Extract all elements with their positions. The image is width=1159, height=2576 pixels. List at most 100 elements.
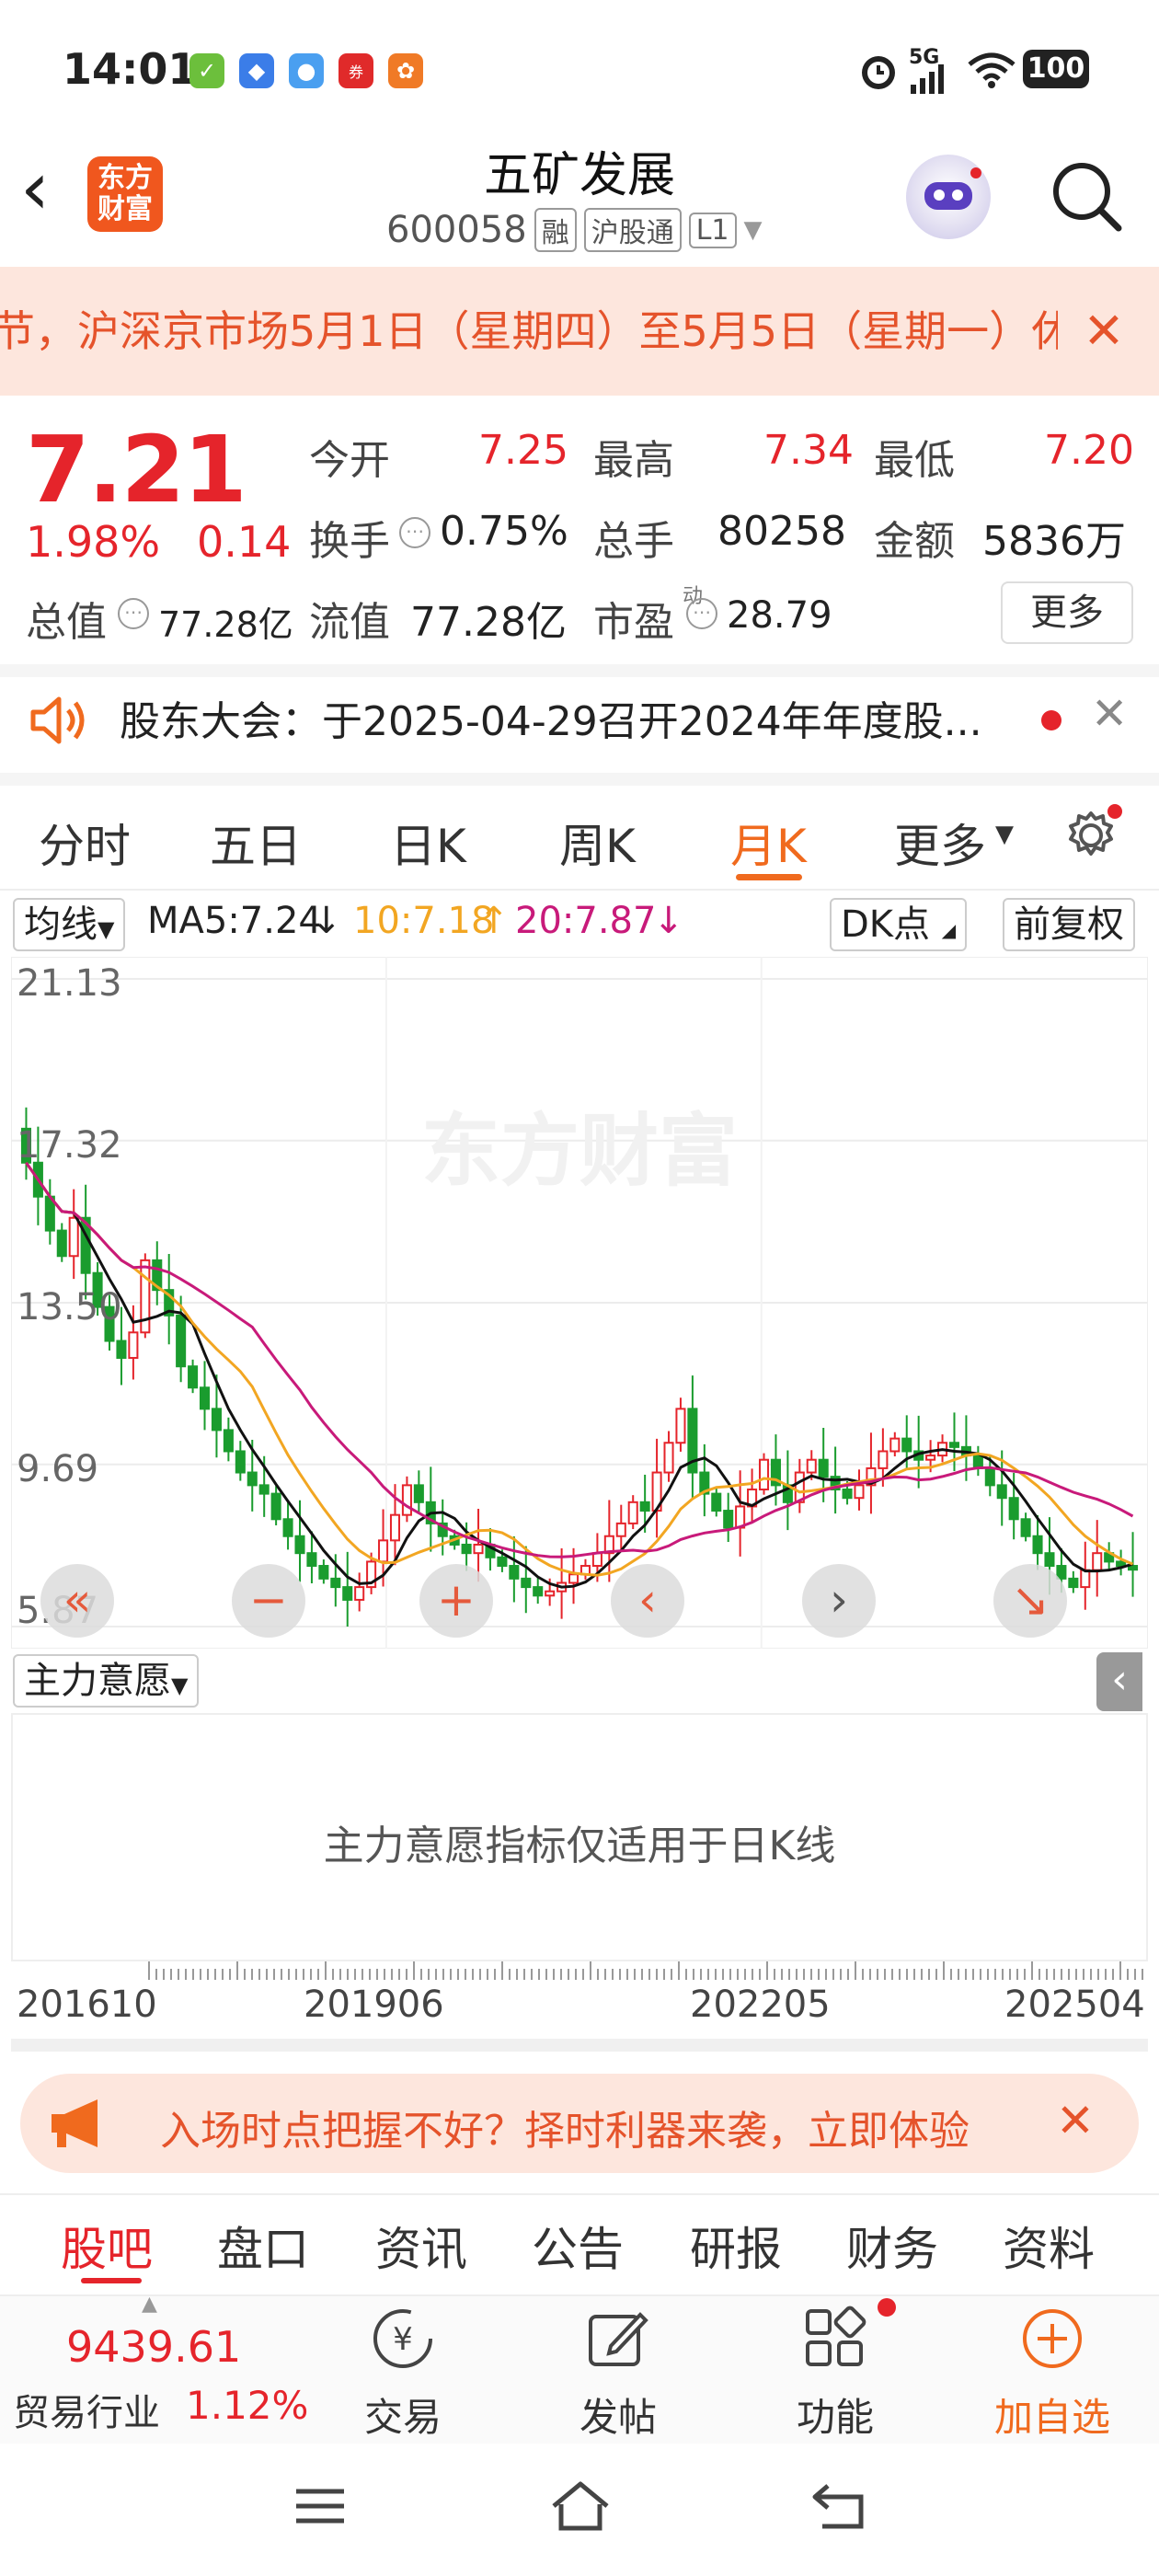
tab-forum[interactable]: 股吧 bbox=[61, 2213, 153, 2279]
search-icon[interactable] bbox=[1049, 158, 1124, 234]
tab-orderbook[interactable]: 盘口 bbox=[217, 2213, 309, 2279]
tab-profile[interactable]: 资料 bbox=[1003, 2213, 1095, 2279]
tab-more[interactable]: 更多 bbox=[894, 810, 986, 876]
candle-body bbox=[509, 1565, 520, 1580]
dropdown-icon[interactable]: ▼ bbox=[744, 216, 763, 244]
megaphone-icon bbox=[52, 2099, 98, 2147]
dropdown-icon: ▼ bbox=[171, 1673, 189, 1698]
trade-label[interactable]: 交易 bbox=[329, 2386, 476, 2443]
holiday-notice: 劳动节，沪深京市场5月1日（星期四）至5月5日（星期一）休市 bbox=[0, 267, 1159, 396]
collapse-panel-icon[interactable]: ‹ bbox=[1096, 1652, 1142, 1711]
candle-body bbox=[901, 1437, 912, 1453]
post-label[interactable]: 发帖 bbox=[545, 2386, 692, 2443]
candle-body bbox=[497, 1556, 508, 1568]
home-icon[interactable] bbox=[548, 2478, 613, 2534]
promo-text[interactable]: 入场时点把握不好？择时利器来袭，立即体验 bbox=[160, 2098, 1025, 2156]
function-label[interactable]: 功能 bbox=[762, 2386, 909, 2443]
status-time: 14:01 bbox=[63, 44, 198, 94]
post-icon[interactable] bbox=[583, 2304, 653, 2374]
function-icon[interactable] bbox=[800, 2304, 870, 2374]
battery-level: 100 bbox=[1027, 52, 1085, 85]
dk-point-button[interactable]: DK点 ◢ bbox=[830, 898, 968, 951]
scroll-left-icon[interactable]: ‹ bbox=[611, 1564, 684, 1638]
settings-icon[interactable] bbox=[1060, 802, 1124, 867]
assistant-robot-icon[interactable] bbox=[906, 155, 991, 239]
tab-weekly-k[interactable]: 周K bbox=[559, 810, 636, 876]
add-icon[interactable] bbox=[1017, 2304, 1087, 2374]
candle-body bbox=[1068, 1577, 1079, 1589]
candle-body bbox=[258, 1484, 270, 1495]
volume-label: 总手 bbox=[593, 518, 674, 565]
candle-body bbox=[996, 1484, 1007, 1500]
tag-connect: 沪股通 bbox=[583, 208, 682, 252]
up-arrow-icon: ▲ bbox=[142, 2293, 157, 2316]
close-icon[interactable]: ✕ bbox=[1091, 688, 1128, 740]
candle-body bbox=[842, 1488, 853, 1500]
badge-dot bbox=[878, 2298, 896, 2317]
menu-icon[interactable] bbox=[293, 2484, 348, 2530]
scroll-start-icon[interactable]: « bbox=[40, 1564, 114, 1638]
close-icon[interactable]: ✕ bbox=[1056, 2094, 1095, 2147]
info-icon[interactable]: ⋯ bbox=[399, 517, 430, 548]
industry-name[interactable]: 贸易行业 bbox=[13, 2383, 160, 2436]
tab-five-day[interactable]: 五日 bbox=[210, 810, 302, 876]
back-nav-icon[interactable] bbox=[809, 2480, 866, 2532]
candle-body bbox=[818, 1458, 829, 1478]
ma10-arrow: ↑ bbox=[478, 900, 510, 942]
candle-body bbox=[889, 1437, 901, 1453]
info-icon[interactable]: ⋯ bbox=[686, 598, 717, 629]
industry-index-value[interactable]: 9439.61 bbox=[66, 2322, 241, 2372]
ma-selector-label: 均线 bbox=[24, 903, 98, 946]
total-value-label: 总值 bbox=[26, 599, 107, 646]
divider bbox=[0, 773, 1159, 786]
candle-body bbox=[188, 1365, 199, 1389]
tab-financials[interactable]: 财务 bbox=[846, 2213, 938, 2279]
pe-value: 28.79 bbox=[727, 594, 832, 637]
sub-indicator-selector[interactable]: 主力意愿▼ bbox=[13, 1654, 200, 1708]
speaker-icon bbox=[30, 696, 85, 744]
candle-body bbox=[663, 1442, 674, 1474]
candle-body bbox=[1020, 1518, 1031, 1537]
svg-text:¥: ¥ bbox=[393, 2321, 413, 2358]
candle-body bbox=[1128, 1565, 1139, 1571]
announcement-text[interactable]: 股东大会：于2025-04-29召开2024年年度股... bbox=[120, 688, 982, 747]
scroll-right-icon[interactable]: › bbox=[802, 1564, 876, 1638]
tab-monthly-k[interactable]: 月K bbox=[730, 810, 807, 876]
tab-news[interactable]: 资讯 bbox=[375, 2213, 467, 2279]
candle-body bbox=[1044, 1552, 1055, 1568]
add-watchlist-label[interactable]: 加自选 bbox=[979, 2386, 1126, 2443]
reset-icon[interactable]: ↘ bbox=[993, 1564, 1067, 1638]
ma20-arrow: ↓ bbox=[653, 900, 684, 942]
app-notification-icon: ◆ bbox=[239, 53, 274, 88]
app-notification-icon: 券 bbox=[339, 53, 373, 88]
adjust-button[interactable]: 前复权 bbox=[1003, 898, 1135, 951]
candle-body bbox=[176, 1314, 187, 1368]
candle-body bbox=[627, 1501, 638, 1524]
app-notification-icon: ✿ bbox=[388, 53, 423, 88]
trade-icon[interactable]: ¥ bbox=[368, 2304, 438, 2374]
candle-body bbox=[1032, 1535, 1043, 1555]
info-icon[interactable]: ⋯ bbox=[118, 598, 149, 629]
zoom-out-icon[interactable]: − bbox=[232, 1564, 305, 1638]
watermark: 东方财富 bbox=[421, 1106, 738, 1198]
zoom-in-icon[interactable]: + bbox=[419, 1564, 493, 1638]
ma-selector[interactable]: 均线▼ bbox=[13, 898, 126, 951]
change-amount: 0.14 bbox=[197, 517, 292, 567]
low-label: 最低 bbox=[874, 437, 955, 484]
candle-body bbox=[878, 1450, 889, 1469]
battery-icon: 100 bbox=[1023, 50, 1089, 88]
candle-body bbox=[68, 1216, 79, 1258]
x-tick-label: 202504 bbox=[1004, 1984, 1145, 2026]
float-value-label: 流值 bbox=[309, 599, 390, 646]
dropdown-icon: ▼ bbox=[995, 821, 1014, 848]
app-notification-icon: ● bbox=[289, 53, 324, 88]
divider bbox=[0, 664, 1159, 677]
tab-intraday[interactable]: 分时 bbox=[39, 810, 131, 876]
tab-daily-k[interactable]: 日K bbox=[390, 810, 466, 876]
candlestick-chart[interactable]: 东方财富21.1317.3213.509.695.87 bbox=[11, 957, 1148, 1649]
tab-research[interactable]: 研报 bbox=[690, 2213, 782, 2279]
close-icon[interactable]: ✕ bbox=[1058, 285, 1150, 377]
turnover-value: 0.75% bbox=[440, 508, 568, 555]
more-button[interactable]: 更多 bbox=[1001, 581, 1133, 644]
tab-announcements[interactable]: 公告 bbox=[532, 2213, 624, 2279]
